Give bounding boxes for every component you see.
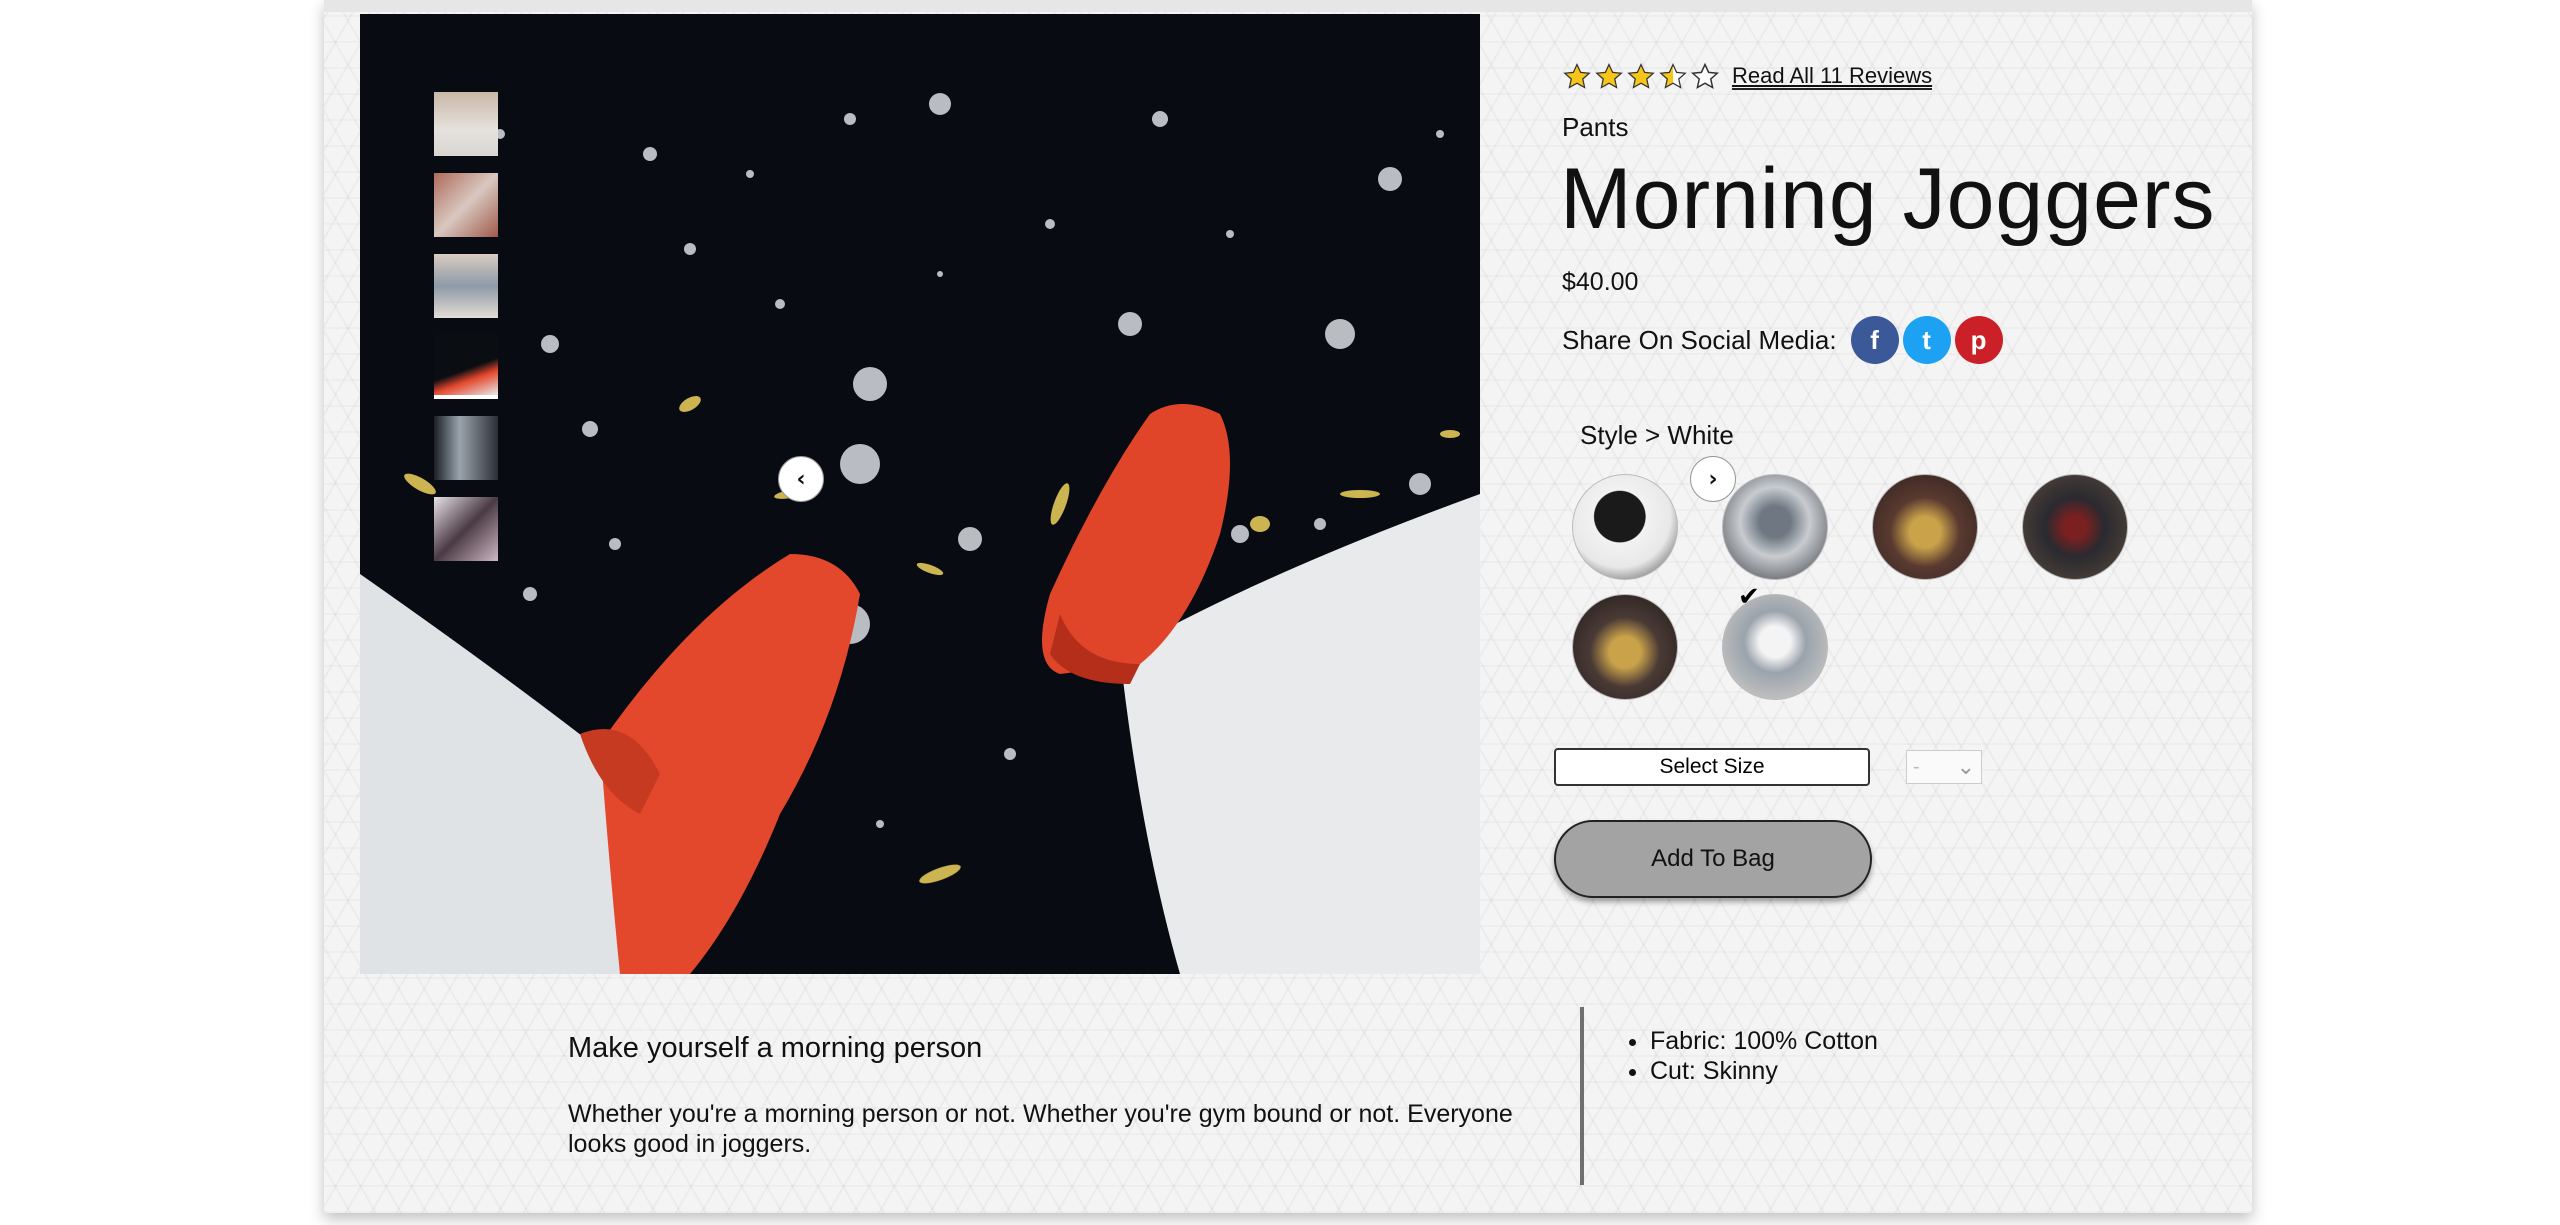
pinterest-icon[interactable]: p — [1954, 316, 2003, 364]
twitter-icon[interactable]: t — [1902, 316, 1951, 364]
quantity-value: - — [1913, 755, 1920, 778]
facebook-glyph: f — [1870, 324, 1879, 355]
style-swatch-1[interactable] — [1572, 474, 1678, 580]
chevron-left-icon: ‹ — [796, 466, 806, 492]
main-product-image — [360, 14, 1480, 974]
thumbnail-5[interactable] — [434, 416, 498, 480]
style-swatch-5[interactable] — [1572, 594, 1678, 700]
previous-image-button[interactable]: ‹ — [778, 456, 824, 502]
product-page: ‹ › Read All 11 Reviews Pants Morning Jo… — [324, 0, 2252, 1213]
style-label: Style > White — [1580, 420, 1734, 450]
pinterest-glyph: p — [1970, 324, 1987, 355]
star-icon — [1595, 63, 1623, 89]
thumbnail-4[interactable] — [434, 335, 498, 399]
thumbnail-2[interactable] — [434, 173, 498, 237]
facebook-icon[interactable]: f — [1850, 316, 1899, 364]
add-to-bag-button[interactable]: Add To Bag — [1554, 820, 1872, 898]
thumbnail-1[interactable] — [434, 92, 498, 156]
chevron-down-icon: ⌄ — [1956, 754, 1975, 779]
feature-list: Fabric: 100% Cotton Cut: Skinny — [1614, 1026, 1878, 1086]
style-swatch-4[interactable] — [2022, 474, 2128, 580]
checkmark-icon: ✔ — [1738, 582, 1760, 612]
product-price: $40.00 — [1562, 268, 1639, 296]
section-divider — [1580, 1007, 1584, 1185]
style-swatch-3[interactable] — [1872, 474, 1978, 580]
feature-item: Fabric: 100% Cotton — [1650, 1026, 1878, 1056]
empty-star-icon — [1690, 62, 1720, 89]
share-label: Share On Social Media: — [1562, 324, 1837, 355]
feature-item: Cut: Skinny — [1650, 1056, 1878, 1086]
star-rating: Read All 11 Reviews — [1562, 62, 1933, 92]
quantity-select[interactable]: - ⌄ — [1906, 750, 1982, 784]
description-body: Whether you're a morning person or not. … — [568, 1100, 1513, 1158]
social-share: Share On Social Media: f t p — [1562, 316, 2003, 364]
star-icon — [1563, 63, 1591, 89]
read-reviews-link[interactable]: Read All 11 Reviews — [1732, 64, 1933, 90]
product-info: Read All 11 Reviews Pants Morning Jogger… — [1554, 0, 2242, 980]
select-size-button[interactable]: Select Size — [1554, 748, 1870, 786]
product-title: Morning Joggers — [1560, 151, 2216, 247]
thumbnail-strip — [434, 92, 500, 578]
twitter-glyph: t — [1922, 324, 1931, 355]
product-category: Pants — [1562, 112, 1629, 142]
description-heading: Make yourself a morning person — [568, 1032, 983, 1064]
style-swatch-2[interactable] — [1722, 474, 1828, 580]
shoes-photo — [360, 14, 1480, 974]
thumbnail-6[interactable] — [434, 497, 498, 561]
star-icon — [1627, 63, 1655, 89]
half-star-icon — [1659, 63, 1687, 89]
thumbnail-3[interactable] — [434, 254, 498, 318]
